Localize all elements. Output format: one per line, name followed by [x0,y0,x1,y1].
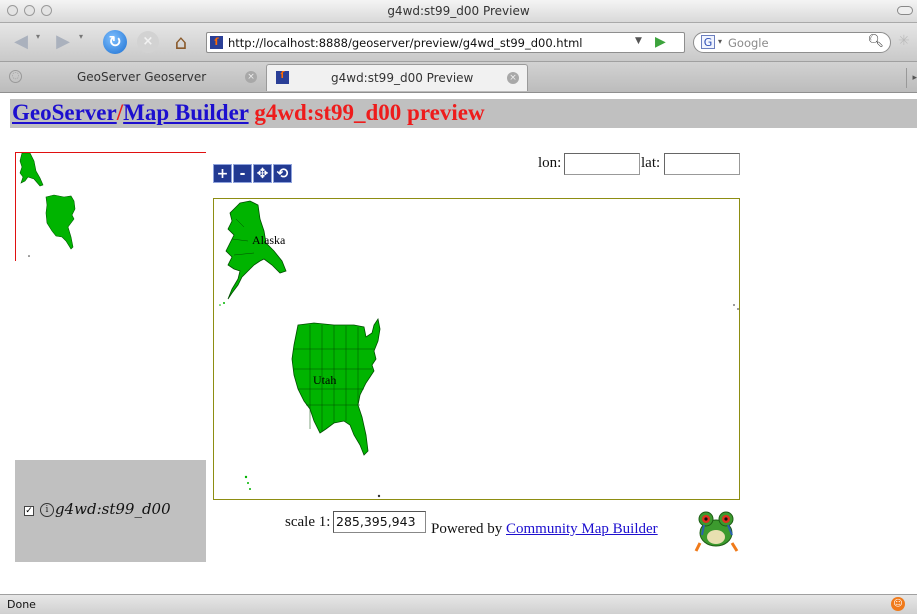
status-bar: Done ☺ [0,594,917,614]
forward-arrow-icon[interactable]: ▶ [50,30,76,54]
window-titlebar: g4wd:st99_d00 Preview [0,0,917,23]
lon-label: lon: [538,155,562,171]
google-engine-icon[interactable]: G [701,35,715,49]
layer-legend: ✓ i g4wd:st99_d00 [15,460,206,562]
url-history-dropdown-icon[interactable]: ▼ [635,36,642,46]
tab-preview[interactable]: ſ g4wd:st99_d00 Preview × [266,64,528,91]
powered-by: Powered by Community Map Builder [431,521,658,538]
window-title: g4wd:st99_d00 Preview [387,4,530,18]
map-graphic [219,200,739,498]
search-engine-dropdown-icon[interactable]: ▾ [718,37,722,46]
reset-extent-button[interactable]: ⟲ [273,164,292,183]
layer-visibility-checkbox[interactable]: ✓ [24,506,34,516]
activity-spinner-icon: ✳ [898,33,910,49]
map-label-utah: Utah [313,373,337,387]
tab-globe-icon: ◌ [9,70,22,83]
map-label-alaska: Alaska [252,233,286,247]
status-text: Done [7,598,36,611]
stop-icon[interactable]: × [137,31,159,53]
close-tab-icon[interactable]: × [245,71,257,83]
navigation-toolbar: ◀ ▾ ▶ ▾ ↻ × ⌂ ſ http://localhost:8888/ge… [0,23,917,62]
tab-scroll-icon[interactable]: ▸ [906,68,917,88]
status-smiley-icon[interactable]: ☺ [891,597,905,611]
reload-icon[interactable]: ↻ [103,30,127,54]
back-arrow-icon[interactable]: ◀ [8,30,34,54]
tab-label: g4wd:st99_d00 Preview [331,71,474,85]
page-header: GeoServer/Map Builder g4wd:st99_d00 prev… [10,99,917,128]
zoom-in-button[interactable]: + [213,164,232,183]
page-title: GeoServer/Map Builder g4wd:st99_d00 prev… [12,100,485,126]
search-magnifier-icon[interactable]: 🔍︎ [867,34,884,49]
map-builder-link[interactable]: Map Builder [123,100,248,125]
go-arrow-icon[interactable]: ▶ [655,34,666,50]
search-input[interactable]: Google [728,36,769,50]
overview-map-graphic [19,153,76,257]
layer-info-icon[interactable]: i [40,503,54,517]
home-icon[interactable]: ⌂ [168,30,194,54]
layer-name: g4wd:st99_d00 [55,500,171,518]
scale-field[interactable]: 285,395,943 [333,511,426,533]
scale-label: scale 1: [285,514,331,530]
frog-logo-icon[interactable] [694,505,739,553]
close-tab-icon[interactable]: × [507,72,519,84]
url-bar[interactable]: ſ http://localhost:8888/geoserver/previe… [206,32,685,53]
toolbar-toggle-icon[interactable] [897,6,913,15]
powered-by-text: Powered by [431,521,503,537]
geoserver-link[interactable]: GeoServer [12,100,117,125]
pan-button[interactable]: ✥ [253,164,272,183]
url-input[interactable]: http://localhost:8888/geoserver/preview/… [228,36,583,50]
tab-geoserver[interactable]: ◌ GeoServer Geoserver × [0,64,265,91]
overview-map[interactable] [15,152,206,261]
map-tools: + - ✥ ⟲ [213,164,292,183]
main-map[interactable]: Alaska Utah [213,198,740,500]
search-box[interactable]: G ▾ Google 🔍︎ [693,32,891,53]
site-favicon-icon: ſ [210,36,223,49]
community-map-builder-link[interactable]: Community Map Builder [506,521,658,537]
zoom-out-button[interactable]: - [233,164,252,183]
lat-field[interactable] [664,153,740,175]
lon-field[interactable] [564,153,640,175]
layer-title: g4wd:st99_d00 preview [254,100,485,125]
tab-label: GeoServer Geoserver [77,70,207,84]
tab-favicon-icon: ſ [276,71,289,84]
lat-label: lat: [641,155,661,171]
forward-history-dropdown-icon[interactable]: ▾ [79,32,83,41]
back-history-dropdown-icon[interactable]: ▾ [36,32,40,41]
tab-bar: ◌ GeoServer Geoserver × ſ g4wd:st99_d00 … [0,62,917,93]
